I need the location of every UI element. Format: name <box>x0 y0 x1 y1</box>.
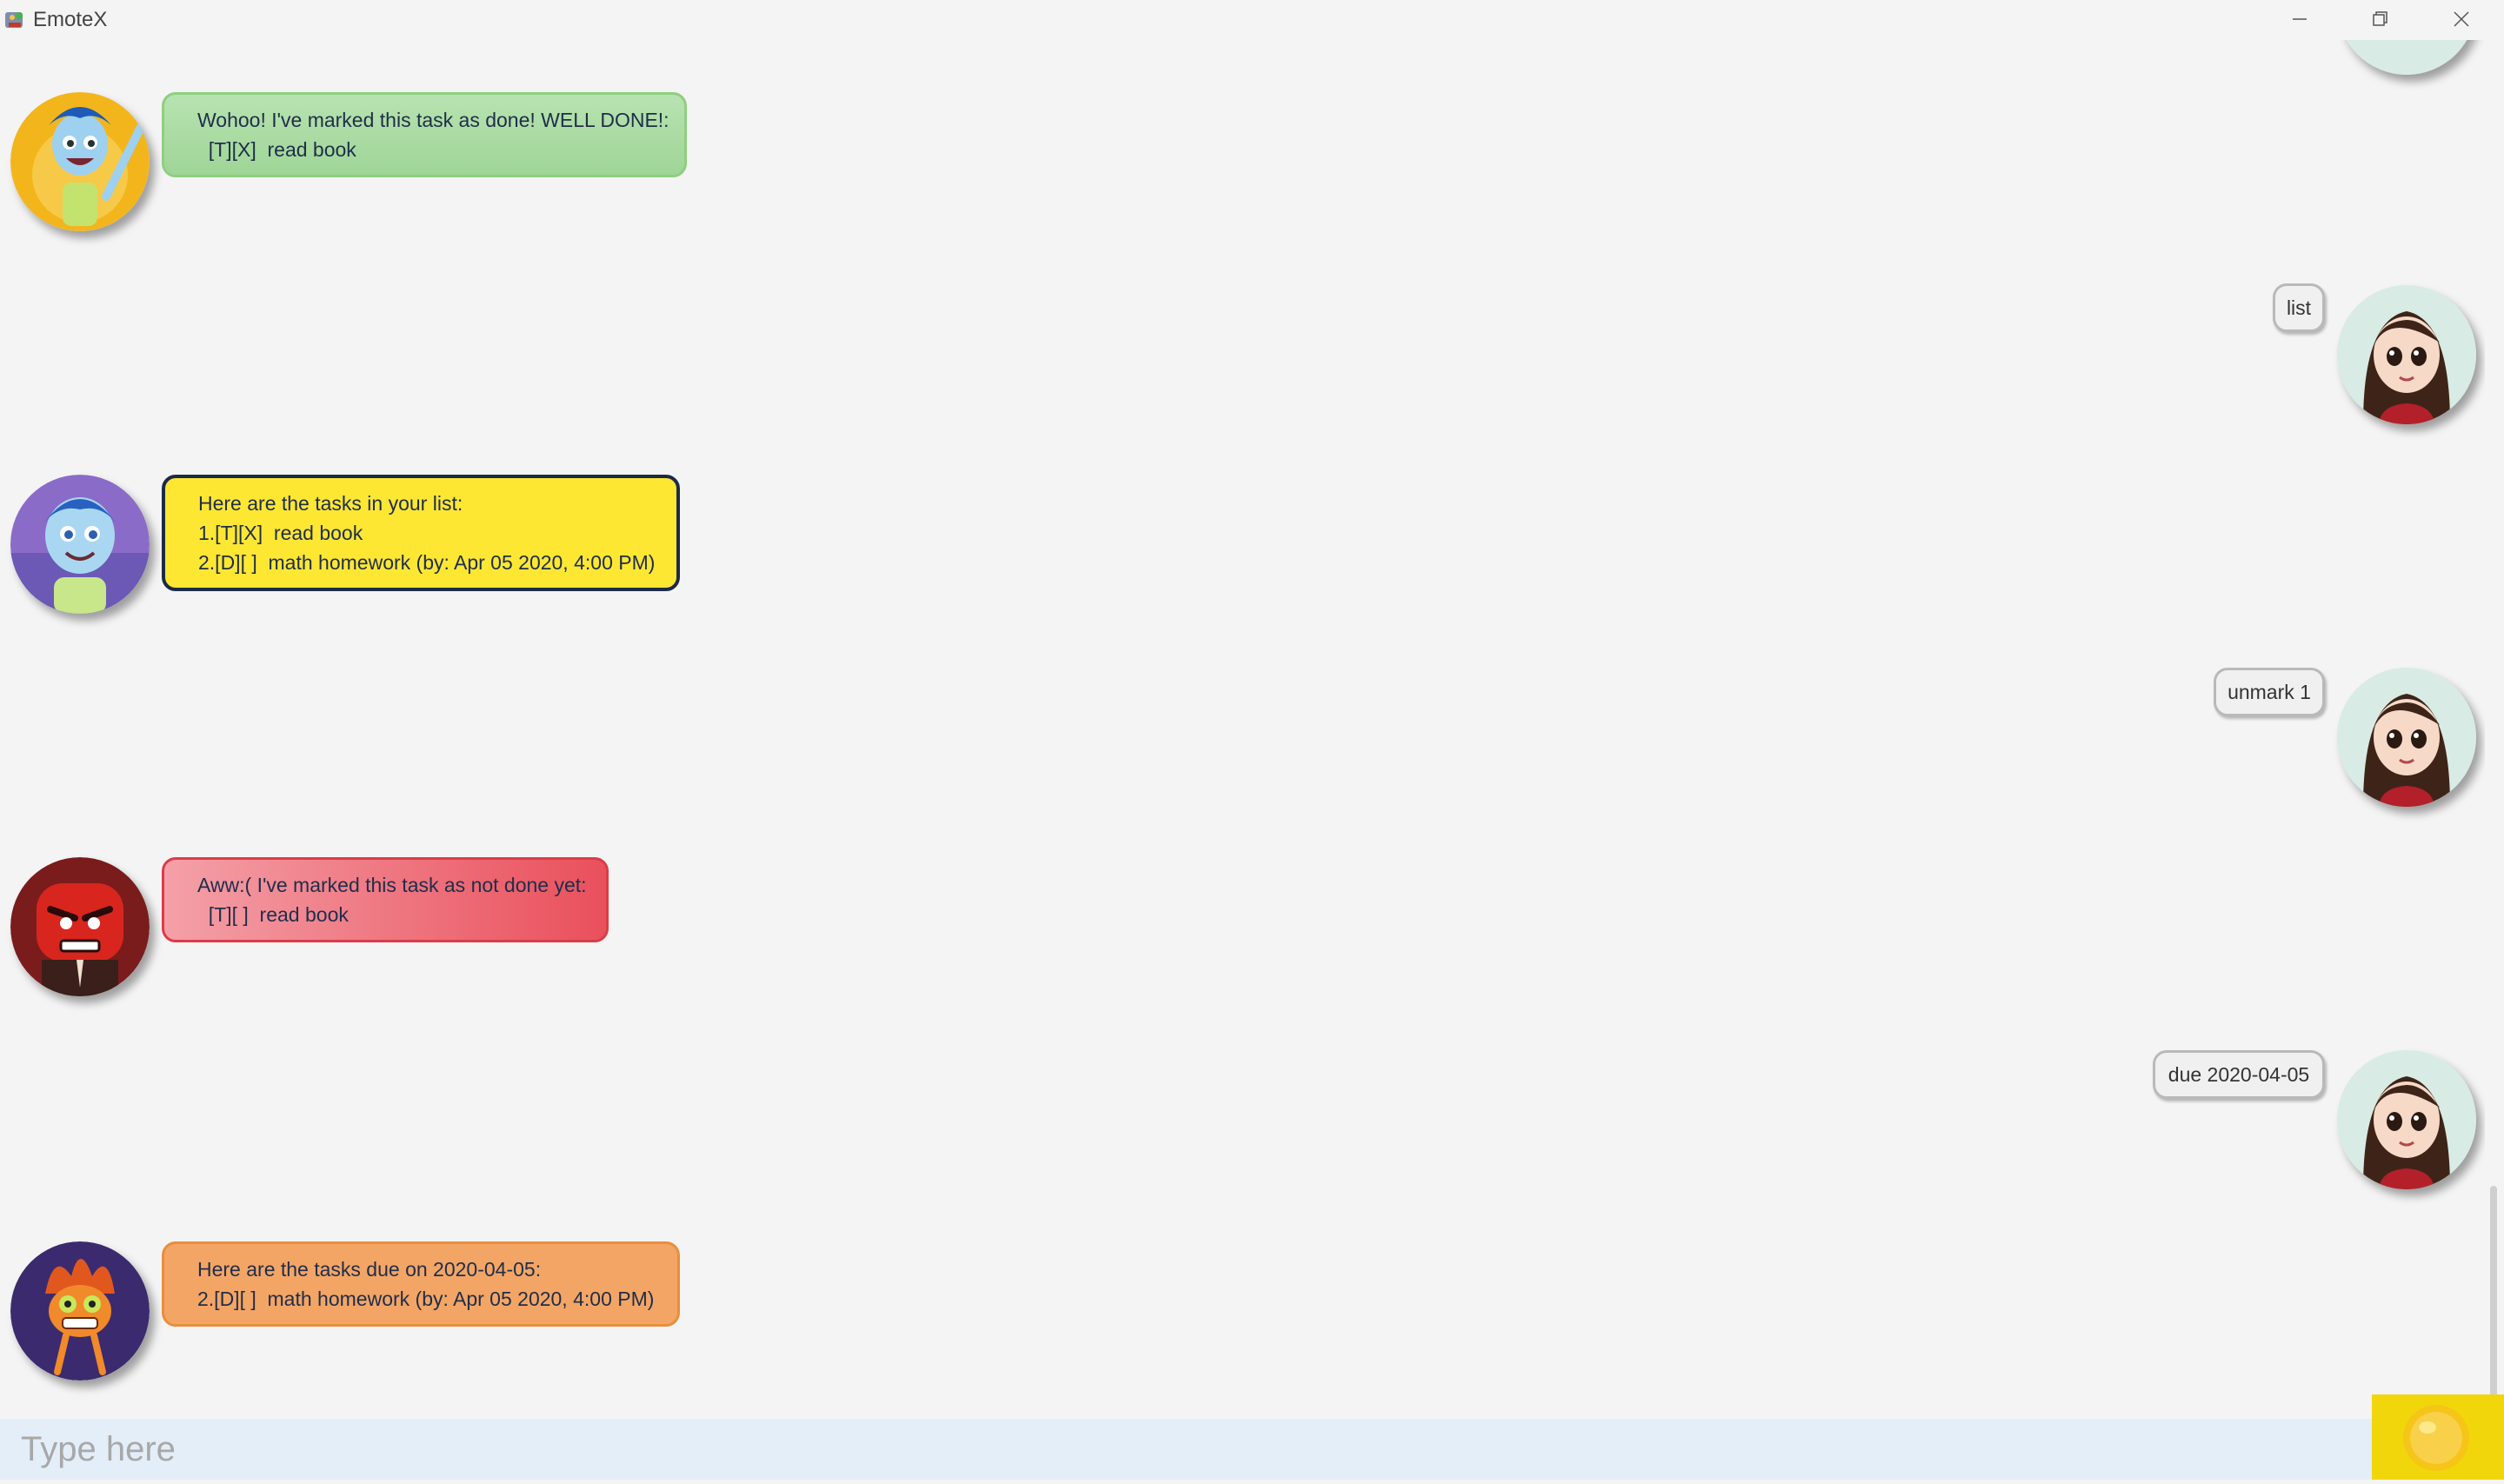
close-button[interactable] <box>2422 0 2501 38</box>
window-title: EmoteX <box>33 8 108 31</box>
bot-avatar-happy <box>10 92 150 231</box>
title-bar: EmoteX <box>0 0 2504 40</box>
send-icon <box>2403 1405 2469 1471</box>
minimize-button[interactable] <box>2261 0 2339 38</box>
message-input[interactable] <box>0 1419 2374 1480</box>
message-line: 2.[D][ ] math homework (by: Apr 05 2020,… <box>198 551 656 574</box>
message-line: 2.[D][ ] math homework (by: Apr 05 2020,… <box>197 1288 655 1310</box>
message-line: [T][ ] read book <box>197 903 349 926</box>
user-avatar <box>2337 285 2476 424</box>
bot-message: Here are the tasks in your list: 1.[T][X… <box>162 475 680 591</box>
chat-area[interactable]: Wohoo! I've marked this task as done! WE… <box>0 40 2485 1419</box>
user-avatar <box>2337 1050 2476 1189</box>
bot-message: Here are the tasks due on 2020-04-05: 2.… <box>162 1241 680 1327</box>
user-avatar <box>2337 668 2476 807</box>
message-line: 1.[T][X] read book <box>198 522 363 544</box>
message-line: [T][X] read book <box>197 138 356 161</box>
bot-avatar-angry <box>10 857 150 996</box>
user-message: due 2020-04-05 <box>2153 1050 2325 1099</box>
bot-message: Wohoo! I've marked this task as done! WE… <box>162 92 687 177</box>
bot-message: Aww:( I've marked this task as not done … <box>162 857 609 942</box>
user-message: list <box>2273 283 2325 332</box>
input-bar <box>0 1419 2374 1480</box>
app-icon <box>3 7 28 31</box>
user-message: unmark 1 <box>2214 668 2325 716</box>
message-line: Aww:( I've marked this task as not done … <box>197 874 587 896</box>
chat-scrollbar[interactable] <box>2485 40 2504 1447</box>
minimize-icon <box>2293 18 2307 20</box>
restore-icon <box>2373 11 2387 26</box>
bot-avatar-anxious <box>10 1241 150 1381</box>
user-avatar <box>2337 40 2476 75</box>
bot-avatar-joy <box>10 475 150 614</box>
send-button[interactable] <box>2372 1394 2504 1480</box>
message-line: Here are the tasks in your list: <box>198 492 463 515</box>
restore-button[interactable] <box>2341 0 2419 38</box>
close-icon <box>2454 11 2469 27</box>
message-line: Here are the tasks due on 2020-04-05: <box>197 1258 542 1281</box>
message-line: Wohoo! I've marked this task as done! WE… <box>197 109 669 131</box>
